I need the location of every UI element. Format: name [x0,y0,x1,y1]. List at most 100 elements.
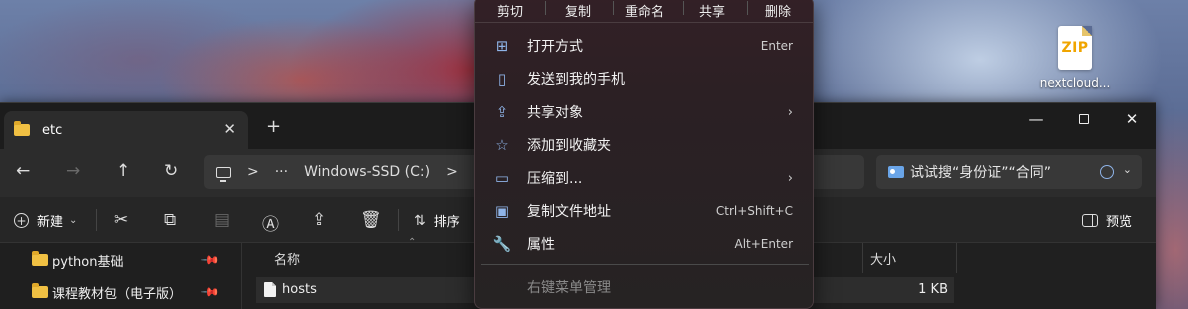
delete-icon[interactable]: 🗑 [360,210,382,230]
share-icon: ⇪ [495,103,509,121]
this-pc-icon [216,166,231,182]
desktop-file-name: nextcloud... [1039,76,1111,90]
id-card-icon [888,166,904,178]
search-placeholder: 试试搜“身份证”“合同” [910,165,1052,181]
new-label: 新建 [37,215,64,230]
maximize-icon [1079,114,1089,124]
copy-action[interactable]: 复制 [565,1,591,20]
tab-title: etc [42,122,63,138]
rename-action[interactable]: 重命名 [625,1,664,20]
file-name: hosts [282,282,317,297]
share-icon[interactable]: ⇪ [312,210,326,230]
preview-button[interactable]: 预览 [1082,211,1132,230]
context-menu-quick-actions: 剪切 复制 重命名 共享 删除 [475,0,813,23]
column-divider[interactable] [862,243,863,273]
pin-icon: 📌 [200,249,221,271]
file-size: 1 KB [918,282,948,297]
menu-item-label: 共享对象 [527,105,583,121]
wrench-icon: 🔧 [492,235,512,253]
menu-item-share-with[interactable]: ⇪ 共享对象 › [481,97,809,127]
sort-ascending-icon: ⌃ [408,237,417,248]
cut-action[interactable]: 剪切 [497,1,523,20]
close-tab-icon[interactable]: ✕ [223,120,236,138]
sidebar-item-textbook[interactable]: 课程教材包（电子版） 📌 [32,277,232,307]
refresh-icon[interactable]: ↻ [164,161,178,181]
sidebar-item-label: 课程教材包（电子版） [52,286,183,302]
divider [613,1,614,15]
copy-icon[interactable]: ⧉ [164,210,176,230]
divider [683,1,684,15]
chevron-right-icon: › [787,170,793,186]
maximize-button[interactable] [1060,103,1108,135]
phone-icon: ▯ [497,70,507,88]
menu-item-label: 发送到我的手机 [527,72,625,88]
menu-item-properties[interactable]: 🔧 属性 Alt+Enter [481,229,809,259]
menu-item-label: 压缩到... [527,171,583,187]
pin-icon: 📌 [200,281,221,303]
breadcrumb-separator: > [247,164,259,180]
menu-item-label: 添加到收藏夹 [527,138,611,154]
zip-file-icon: ZIP [1058,26,1092,70]
breadcrumb-ellipsis[interactable]: ··· [275,164,288,180]
share-action[interactable]: 共享 [699,1,725,20]
window-controls: — ✕ [1012,103,1156,135]
chevron-down-icon: ⌄ [69,215,78,226]
breadcrumb-separator: > [446,164,458,180]
search-input[interactable]: 试试搜“身份证”“合同” ⌄ [876,155,1142,189]
column-divider[interactable] [956,243,957,273]
menu-item-copy-path[interactable]: ▣ 复制文件地址 Ctrl+Shift+C [481,196,809,226]
divider [96,209,97,231]
menu-item-shortcut: Enter [760,39,793,53]
folder-icon [32,283,48,298]
divider [398,209,399,231]
preview-label: 预览 [1106,215,1133,230]
new-tab-button[interactable]: + [266,116,281,137]
up-arrow-icon[interactable]: ↑ [116,161,130,181]
delete-action[interactable]: 删除 [765,1,791,20]
menu-item-add-to-favorites[interactable]: ☆ 添加到收藏夹 [481,130,809,160]
menu-item-shortcut: Alt+Enter [734,237,793,251]
menu-item-send-to-phone[interactable]: ▯ 发送到我的手机 [481,64,809,94]
back-arrow-icon[interactable]: ← [16,161,30,181]
chevron-down-icon[interactable]: ⌄ [1123,163,1132,176]
divider [545,1,546,15]
sort-icon: ⇅ [414,212,426,229]
menu-item-open-with[interactable]: ⊞ 打开方式 Enter [481,31,809,61]
context-menu: 剪切 复制 重命名 共享 删除 ⊞ 打开方式 Enter ▯ 发送到我的手机 ⇪… [474,0,814,309]
sidebar-item-python[interactable]: python基础 📌 [32,245,232,275]
preview-pane-icon [1082,214,1098,227]
cut-icon[interactable]: ✂ [114,210,128,230]
sidebar-item-label: python基础 [52,254,124,270]
folder-icon [14,121,30,136]
paste-icon[interactable]: ▤ [214,210,230,230]
menu-item-label: 右键菜单管理 [527,280,611,296]
menu-divider [481,264,809,265]
open-with-icon: ⊞ [495,37,509,55]
menu-item-label: 复制文件地址 [527,204,611,220]
sort-button[interactable]: ⇅ 排序 [414,211,460,231]
forward-arrow-icon[interactable]: → [66,161,80,181]
star-icon: ☆ [495,136,509,154]
copy-path-icon: ▣ [494,202,510,220]
file-icon [264,282,276,297]
menu-item-compress-to[interactable]: ▭ 压缩到... › [481,163,809,193]
desktop-zip-file[interactable]: ZIP nextcloud... [1030,26,1120,90]
close-window-button[interactable]: ✕ [1108,103,1156,135]
zip-icon-text: ZIP [1061,40,1089,56]
divider [747,1,748,15]
copilot-icon[interactable] [1100,165,1114,179]
menu-item-label: 属性 [527,237,555,253]
breadcrumb-drive[interactable]: Windows-SSD (C:) [304,164,430,180]
chevron-right-icon: › [787,104,793,120]
menu-item-context-menu-manager[interactable]: 右键菜单管理 [481,272,809,302]
column-header-size[interactable]: 大小 [870,243,896,273]
sort-label: 排序 [433,215,460,230]
rename-icon[interactable]: Ⓐ [262,210,279,235]
tab-etc[interactable]: etc ✕ [4,111,248,149]
menu-item-label: 打开方式 [527,39,583,55]
zip-folder-icon: ▭ [494,169,510,187]
folder-icon [32,251,48,266]
column-header-name[interactable]: 名称 [274,243,300,273]
minimize-button[interactable]: — [1012,103,1060,135]
new-button[interactable]: + 新建 ⌄ [14,211,77,230]
